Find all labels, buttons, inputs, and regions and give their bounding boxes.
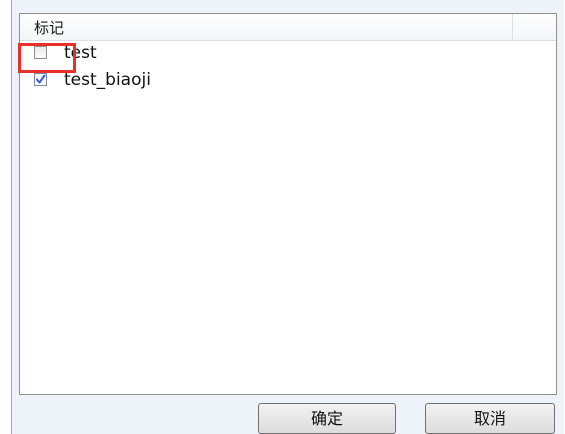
list-item[interactable]: test_biaoji	[20, 67, 556, 94]
tag-list[interactable]: 标记 test test_biaoji	[19, 13, 557, 395]
column-header-tag[interactable]: 标记	[20, 14, 513, 40]
tag-checkbox-test-biaoji[interactable]	[34, 73, 47, 86]
column-header-label: 标记	[34, 19, 65, 37]
checkmark-icon	[36, 74, 46, 84]
list-item[interactable]: test	[20, 40, 556, 67]
list-header: 标记	[20, 14, 556, 41]
ok-button[interactable]: 确定	[258, 403, 396, 434]
annotation-highlight-box	[18, 43, 76, 73]
cancel-button[interactable]: 取消	[425, 403, 555, 434]
list-item-label: test_biaoji	[64, 70, 151, 90]
list-rows: test test_biaoji	[20, 40, 556, 94]
